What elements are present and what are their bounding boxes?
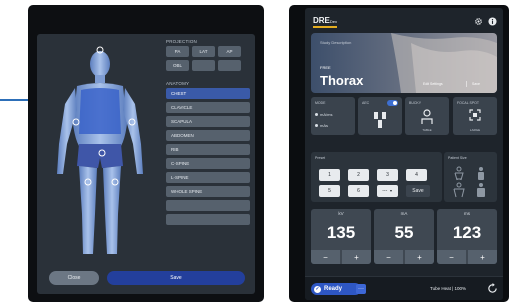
anatomy-item-abdomen[interactable]: ABDOMEN <box>166 130 250 141</box>
preset-button-2[interactable]: 2 <box>348 169 369 181</box>
edit-settings-button[interactable]: Edit Settings <box>423 82 443 86</box>
preset-dropdown-value: --- <box>382 188 388 194</box>
anatomy-item-l-spine[interactable]: L-SPINE <box>166 172 250 183</box>
anatomy-item-empty[interactable] <box>166 200 250 211</box>
bucky-value: TABLE <box>422 128 432 132</box>
side-panel: PROJECTION PA LAT AP OBL ANATOMY CHEST C… <box>166 39 250 225</box>
logo-underline <box>313 26 337 28</box>
anatomy-item-clavicle[interactable]: CLAVICLE <box>166 102 250 113</box>
bucky-tile[interactable]: BUCKY TABLE <box>405 97 449 135</box>
projection-pa-button[interactable]: PA <box>166 46 189 57</box>
patient-size-icons[interactable] <box>449 165 493 198</box>
ready-status-button[interactable]: ✓ Ready <box>311 283 361 295</box>
close-button[interactable]: Close <box>49 271 99 285</box>
ma-label: mA <box>400 211 408 216</box>
focal-spot-tile[interactable]: FOCAL SPOT LARGE <box>453 97 497 135</box>
preset-button-3[interactable]: 3 <box>377 169 398 181</box>
anatomy-selection-screen: PROJECTION PA LAT AP OBL ANATOMY CHEST C… <box>37 34 255 294</box>
ready-label: Ready <box>324 286 343 292</box>
projection-ap-button[interactable]: AP <box>218 46 241 57</box>
preset-button-6[interactable]: 6 <box>348 185 369 197</box>
chest-highlight <box>79 88 121 134</box>
projection-lat-button[interactable]: LAT <box>192 46 215 57</box>
focus-icon <box>469 109 481 121</box>
study-description-label: Study Description <box>320 40 352 45</box>
save-button[interactable]: Save <box>107 271 245 285</box>
anatomy-title: ANATOMY <box>166 81 190 86</box>
anatomy-item-whole-spine[interactable]: WHOLE SPINE <box>166 186 250 197</box>
logo-sub: Dex <box>329 19 338 24</box>
preset-title: Preset <box>315 156 326 160</box>
ma-card: mA 55 − + <box>374 209 434 264</box>
radio-dot-icon <box>315 124 318 127</box>
study-title: Thorax <box>320 73 364 88</box>
mode-title: MODE <box>315 101 326 105</box>
patient-size-panel: Patient Size <box>444 152 497 202</box>
anatomy-item-rib[interactable]: RIB <box>166 144 250 155</box>
human-body-model[interactable] <box>37 34 164 264</box>
logo-main: DRE <box>313 16 330 25</box>
projection-obl-button[interactable]: OBL <box>166 60 189 71</box>
tube-heat-readout: Tube Heat | 100% <box>430 286 467 291</box>
radio-dot-icon <box>315 113 318 116</box>
mode-option-mams[interactable]: mA/ms <box>315 112 332 117</box>
app-logo: DREDex <box>313 16 337 25</box>
status-bar: ✓ Ready ··· Tube Heat | 100% <box>305 276 503 300</box>
ma-decrement-button[interactable]: − <box>374 250 403 264</box>
preset-panel: Preset 1 2 3 4 5 6 --- ▼ Save <box>311 152 442 202</box>
focal-spot-title: FOCAL SPOT <box>457 101 480 105</box>
anatomy-item-chest[interactable]: CHEST <box>166 88 250 99</box>
head-shape <box>90 51 110 77</box>
projection-grid: PA LAT AP OBL <box>166 46 250 71</box>
kv-increment-button[interactable]: + <box>342 250 371 264</box>
aec-tile[interactable]: AEC <box>358 97 402 135</box>
kv-decrement-button[interactable]: − <box>311 250 340 264</box>
anatomy-list: CHEST CLAVICLE SCAPULA ABDOMEN RIB C-SPI… <box>166 88 250 225</box>
study-banner: Study Description FREE Thorax Edit Setti… <box>311 33 497 93</box>
exposure-screen: DREDex Study Description FREE Thorax Edi… <box>305 8 503 300</box>
aec-toggle[interactable] <box>387 100 398 106</box>
patient-size-title: Patient Size <box>448 156 467 160</box>
ma-value: 55 <box>394 223 414 242</box>
preset-save-button[interactable]: Save <box>406 185 430 197</box>
free-label: FREE <box>320 65 331 70</box>
study-save-button[interactable]: Save <box>472 82 480 86</box>
preset-button-4[interactable]: 4 <box>406 169 427 181</box>
preset-button-1[interactable]: 1 <box>319 169 340 181</box>
check-icon: ✓ <box>314 285 321 293</box>
projection-empty-button[interactable] <box>218 60 241 71</box>
anatomy-item-c-spine[interactable]: C-SPINE <box>166 158 250 169</box>
bucky-table-icon <box>421 109 433 124</box>
mode-option-mas[interactable]: mAs <box>315 123 328 128</box>
anatomy-item-empty[interactable] <box>166 214 250 225</box>
focal-spot-value: LARGE <box>469 128 481 132</box>
aec-chambers-icon <box>374 112 386 128</box>
anatomy-item-scapula[interactable]: SCAPULA <box>166 116 250 127</box>
aec-title: AEC <box>362 101 370 105</box>
gear-icon[interactable] <box>474 17 483 26</box>
preset-button-5[interactable]: 5 <box>319 185 340 197</box>
kv-label: kV <box>338 211 344 216</box>
banner-divider <box>466 81 467 87</box>
ms-label: ms <box>464 211 470 216</box>
ma-increment-button[interactable]: + <box>405 250 434 264</box>
refresh-icon[interactable] <box>487 283 498 294</box>
ms-value: 123 <box>452 223 482 242</box>
chevron-down-icon: ▼ <box>389 189 393 193</box>
mode-tile[interactable]: MODE mA/ms mAs <box>311 97 355 135</box>
ms-increment-button[interactable]: + <box>468 250 497 264</box>
ms-card: ms 123 − + <box>437 209 497 264</box>
info-icon[interactable] <box>488 17 497 26</box>
mode-option-label: mA/ms <box>320 112 333 117</box>
kv-value: 135 <box>326 223 356 242</box>
preset-dropdown[interactable]: --- ▼ <box>377 185 398 197</box>
kv-card: kV 135 − + <box>311 209 371 264</box>
ms-decrement-button[interactable]: − <box>437 250 466 264</box>
bucky-title: BUCKY <box>409 101 422 105</box>
mode-option-label: mAs <box>320 123 328 128</box>
projection-empty-button[interactable] <box>192 60 215 71</box>
more-options-button[interactable]: ··· <box>356 284 366 294</box>
projection-title: PROJECTION <box>166 39 198 44</box>
